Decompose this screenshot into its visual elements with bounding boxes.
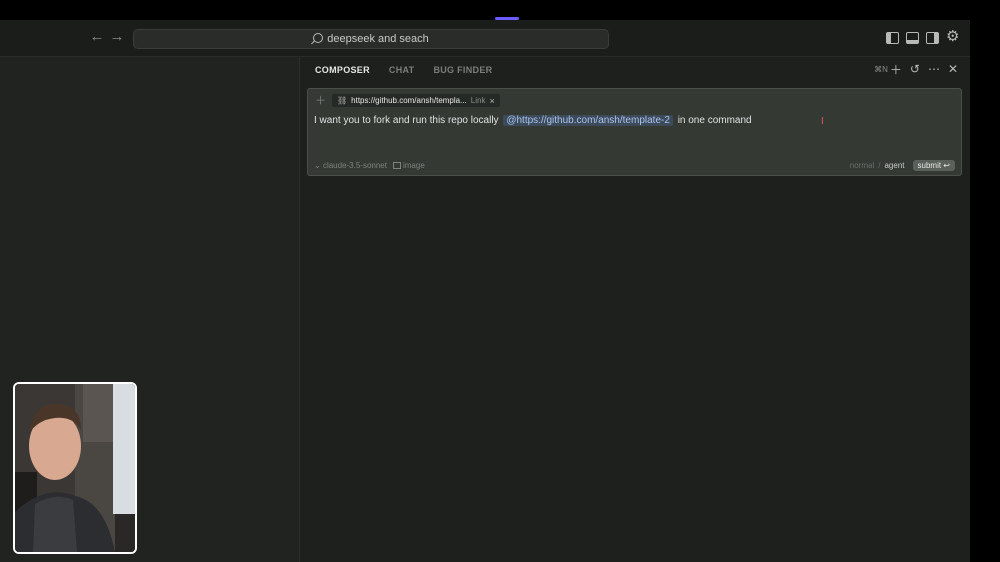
add-context-icon[interactable]: ＋ bbox=[315, 95, 326, 107]
mode-separator: / bbox=[878, 161, 881, 170]
model-selector[interactable]: ⌄ claude-3.5-sonnet bbox=[314, 161, 387, 170]
prompt-before: I want you to fork and run this repo loc… bbox=[314, 115, 499, 126]
model-name: claude-3.5-sonnet bbox=[322, 161, 387, 170]
composer-panel: COMPOSER CHAT BUG FINDER ⌘N ＋ ↺ ⋯ ✕ ＋ ⛓ … bbox=[300, 57, 970, 562]
close-icon[interactable]: × bbox=[489, 96, 494, 106]
submit-button[interactable]: submit ↩ bbox=[912, 160, 955, 171]
history-icon[interactable]: ↺ bbox=[910, 62, 920, 76]
chip-url: https://github.com/ansh/templa... bbox=[351, 96, 467, 105]
webcam-overlay bbox=[13, 382, 137, 554]
command-search-bar[interactable]: deepseek and seach bbox=[133, 29, 609, 49]
back-arrow-icon[interactable]: ← bbox=[88, 28, 106, 46]
image-button[interactable]: image bbox=[392, 161, 425, 170]
close-icon[interactable]: ✕ bbox=[948, 62, 958, 76]
mode-agent[interactable]: agent bbox=[884, 161, 904, 170]
image-icon bbox=[392, 162, 401, 169]
more-icon[interactable]: ⋯ bbox=[928, 62, 940, 76]
mode-normal[interactable]: normal bbox=[850, 161, 874, 170]
forward-arrow-icon[interactable]: → bbox=[108, 28, 126, 46]
tab-chat[interactable]: CHAT bbox=[389, 62, 415, 78]
tab-composer[interactable]: COMPOSER bbox=[315, 62, 370, 78]
image-label: image bbox=[402, 161, 425, 170]
panel-actions: ⌘N ＋ ↺ ⋯ ✕ bbox=[874, 61, 958, 77]
mention-link[interactable]: @https://github.com/ansh/template-2 bbox=[503, 115, 673, 126]
gear-icon[interactable]: ⚙ bbox=[946, 29, 959, 45]
search-icon bbox=[313, 33, 324, 43]
toggle-left-sidebar-icon[interactable] bbox=[886, 32, 899, 44]
chip-type: Link bbox=[470, 96, 486, 105]
app-window: ← → deepseek and seach ⚙ COMPOSER CHAT B… bbox=[0, 20, 970, 562]
webcam-person-image bbox=[15, 384, 135, 552]
title-bar: ← → deepseek and seach ⚙ bbox=[0, 20, 970, 57]
composer-input-box[interactable]: ＋ ⛓ https://github.com/ansh/templa... Li… bbox=[307, 88, 962, 176]
tab-bug-finder[interactable]: BUG FINDER bbox=[433, 62, 492, 78]
toggle-right-sidebar-icon[interactable] bbox=[926, 32, 939, 44]
toggle-bottom-panel-icon[interactable] bbox=[906, 32, 919, 44]
text-cursor-icon: I bbox=[821, 116, 824, 127]
link-context-chip[interactable]: ⛓ https://github.com/ansh/templa... Link… bbox=[332, 94, 500, 107]
chevron-down-icon: ⌄ bbox=[314, 161, 321, 170]
composer-footer-left: ⌄ claude-3.5-sonnet image bbox=[314, 161, 425, 170]
plus-icon[interactable]: ＋ bbox=[890, 61, 902, 78]
search-text: deepseek and seach bbox=[327, 33, 429, 45]
panel-tabs: COMPOSER CHAT BUG FINDER bbox=[315, 62, 492, 78]
link-icon: ⛓ bbox=[337, 96, 348, 105]
prompt-after: in one command bbox=[677, 115, 752, 126]
prompt-text[interactable]: I want you to fork and run this repo loc… bbox=[314, 114, 752, 128]
new-composer-shortcut: ⌘N bbox=[874, 64, 888, 74]
composer-footer-right: normal / agent submit ↩ bbox=[850, 160, 955, 171]
